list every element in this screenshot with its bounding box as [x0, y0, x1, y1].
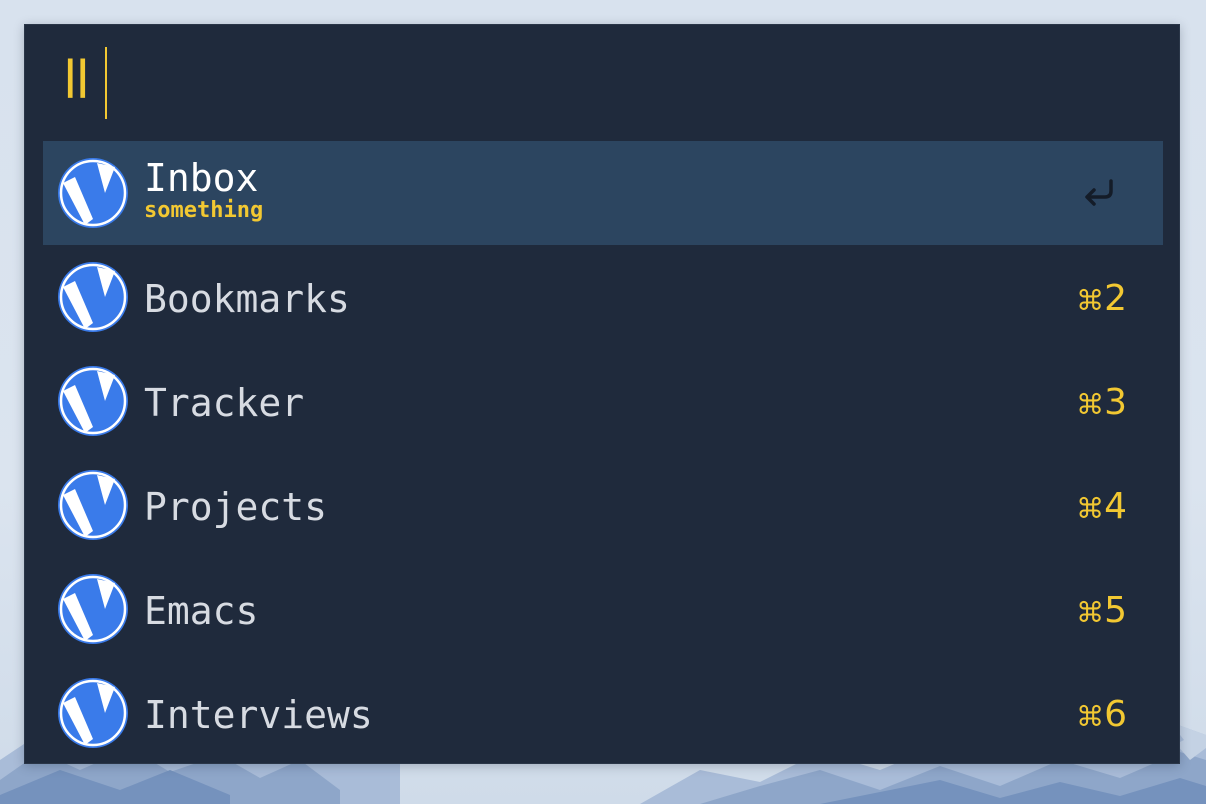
result-row-tracker[interactable]: Tracker ⌘3: [43, 349, 1163, 453]
result-row-inbox[interactable]: Inbox something: [43, 141, 1163, 245]
vivaldi-icon: [58, 366, 128, 436]
result-row-interviews[interactable]: Interviews ⌘6: [43, 661, 1163, 765]
shortcut-key: 4: [1104, 486, 1127, 527]
shortcut-label: ⌘5: [1076, 589, 1127, 635]
launcher-window: ll Inbox something Bookmarks ⌘2 Tracker …: [24, 24, 1180, 764]
vivaldi-icon: [58, 158, 128, 228]
return-icon: [1085, 179, 1113, 206]
shortcut-label: ⌘3: [1076, 381, 1127, 427]
search-bar[interactable]: ll: [25, 25, 1179, 141]
search-input[interactable]: ll: [63, 49, 90, 113]
shortcut-label: ⌘6: [1076, 693, 1127, 739]
vivaldi-icon: [58, 470, 128, 540]
text-caret: [105, 47, 107, 119]
vivaldi-icon: [58, 574, 128, 644]
result-title: Inbox: [144, 156, 259, 200]
result-row-emacs[interactable]: Emacs ⌘5: [43, 557, 1163, 661]
shortcut-label: ⌘4: [1076, 485, 1127, 531]
result-row-bookmarks[interactable]: Bookmarks ⌘2: [43, 245, 1163, 349]
results-list: Inbox something Bookmarks ⌘2 Tracker ⌘3 …: [43, 141, 1163, 765]
shortcut-key: 5: [1104, 590, 1127, 631]
result-title: Projects: [144, 485, 328, 529]
shortcut-key: 3: [1104, 382, 1127, 423]
shortcut-key: 2: [1104, 278, 1127, 319]
command-key-symbol: ⌘: [1076, 492, 1105, 525]
vivaldi-icon: [58, 262, 128, 332]
result-title: Bookmarks: [144, 277, 350, 321]
result-subtitle: something: [144, 198, 264, 223]
shortcut-label: ⌘2: [1076, 277, 1127, 323]
result-title: Interviews: [144, 693, 373, 737]
result-title: Tracker: [144, 381, 305, 425]
command-key-symbol: ⌘: [1076, 388, 1105, 421]
command-key-symbol: ⌘: [1076, 284, 1105, 317]
vivaldi-icon: [58, 678, 128, 748]
command-key-symbol: ⌘: [1076, 700, 1105, 733]
shortcut-key: 6: [1104, 694, 1127, 735]
command-key-symbol: ⌘: [1076, 596, 1105, 629]
result-row-projects[interactable]: Projects ⌘4: [43, 453, 1163, 557]
result-title: Emacs: [144, 589, 259, 633]
